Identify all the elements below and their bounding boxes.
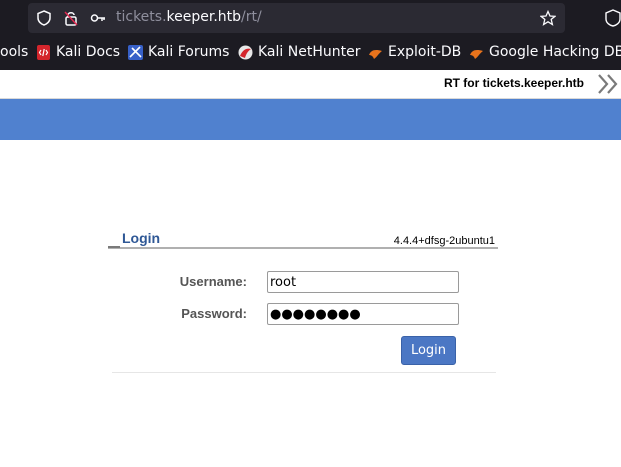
login-box: Login 4.4.4+dfsg-2ubuntu1 Username: Pass… <box>108 230 498 374</box>
bookmark-label: Kali NetHunter <box>258 44 361 60</box>
title-divider <box>108 247 498 249</box>
form-bottom-divider <box>112 372 496 373</box>
login-button[interactable]: Login <box>401 336 456 365</box>
bookmark-label: Exploit-DB <box>388 44 462 60</box>
username-label: Username: <box>179 274 247 289</box>
header-bar <box>0 99 621 140</box>
password-field[interactable] <box>267 303 459 325</box>
username-field[interactable] <box>267 271 459 293</box>
address-bar[interactable]: tickets.keeper.htb/rt/ <box>28 3 565 33</box>
login-title: Login <box>122 230 161 246</box>
url-text[interactable]: tickets.keeper.htb/rt/ <box>116 9 262 25</box>
google-hacking-db-icon <box>470 50 483 59</box>
bookmark-tools[interactable]: ools <box>0 43 28 61</box>
bookmark-label: Google Hacking DB <box>489 44 621 60</box>
page-title: RT for tickets.keeper.htb <box>443 76 584 90</box>
version-label: 4.4.4+dfsg-2ubuntu1 <box>393 235 495 247</box>
rt-header: RT for tickets.keeper.htb <box>0 70 621 99</box>
bookmark-label: Kali Forums <box>148 44 230 60</box>
bookmarks-bar: ools Kali Docs Kali Forums Kali NetHunte… <box>0 40 621 65</box>
bookmark-label: ools <box>0 44 29 60</box>
double-chevron-right-icon[interactable] <box>597 73 621 95</box>
kali-nethunter-icon <box>238 45 253 60</box>
key-icon[interactable] <box>90 10 106 26</box>
browser-chrome: tickets.keeper.htb/rt/ ools Kali Docs Ka… <box>0 0 621 70</box>
shield-icon[interactable] <box>36 10 52 26</box>
star-icon[interactable] <box>540 10 556 26</box>
exploit-db-icon <box>369 50 382 59</box>
kali-docs-icon <box>37 45 50 60</box>
bookmark-label: Kali Docs <box>56 44 121 60</box>
password-label: Password: <box>181 306 247 321</box>
lock-broken-icon[interactable] <box>63 10 79 26</box>
title-divider-accent <box>108 246 120 248</box>
extension-icon[interactable] <box>604 9 621 27</box>
kali-forums-icon <box>128 45 143 60</box>
